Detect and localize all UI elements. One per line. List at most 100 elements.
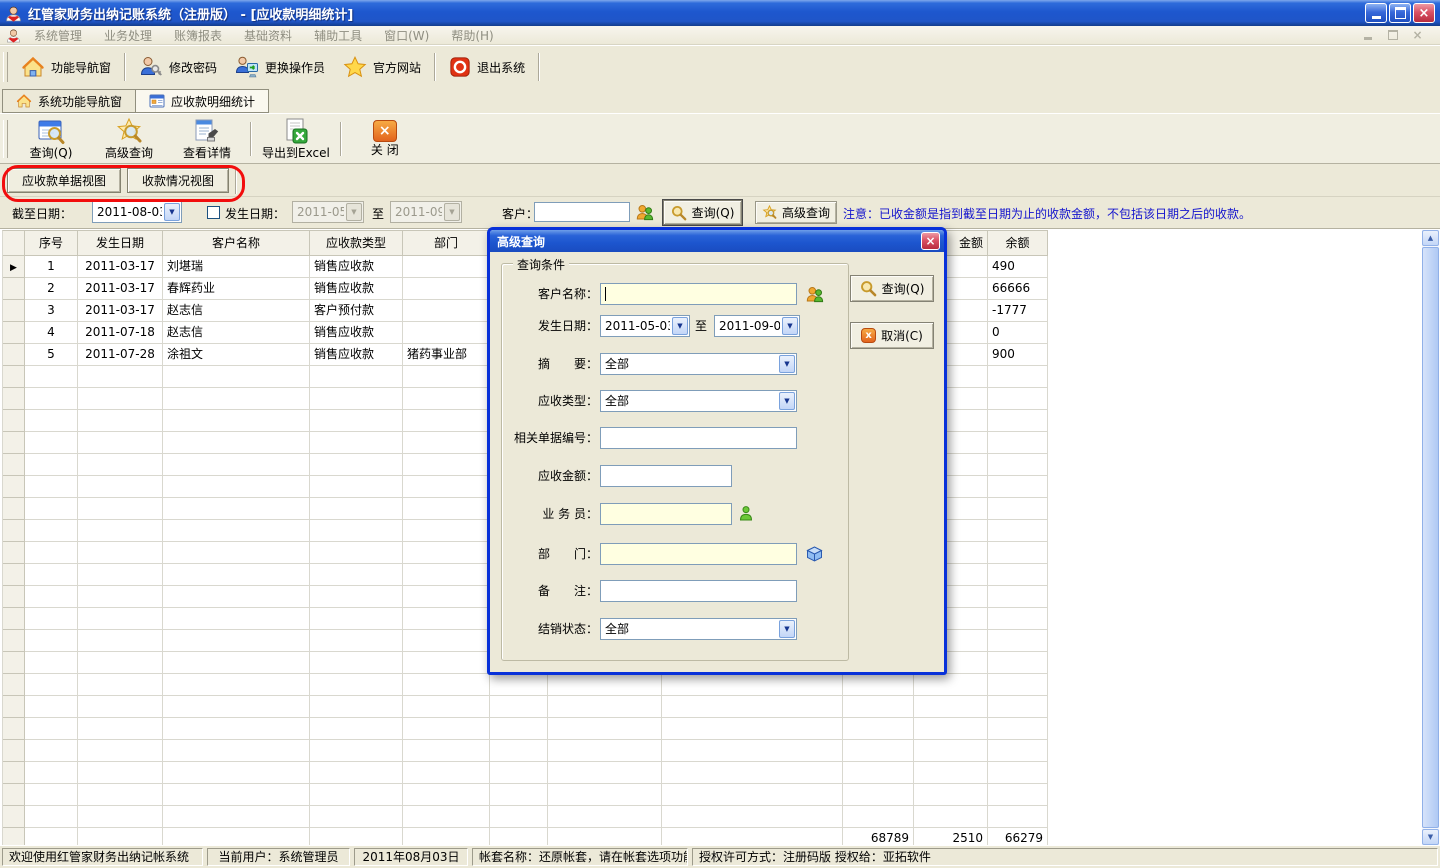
filter-advanced-button[interactable]: 高级查询 (755, 201, 837, 224)
grid-cell[interactable] (403, 322, 490, 344)
menu-item-window[interactable]: 窗口(W) (373, 27, 440, 44)
grid-cell[interactable] (403, 256, 490, 278)
view-collection-status-button[interactable]: 收款情况视图 (127, 168, 229, 193)
receivable-amount-input[interactable] (600, 465, 732, 487)
grid-cell[interactable]: 1 (25, 256, 78, 278)
grid-cell[interactable]: 赵志信 (163, 300, 310, 322)
department-input[interactable] (600, 543, 797, 565)
close-button[interactable]: × (1413, 3, 1435, 23)
dialog-cancel-button[interactable]: x 取消(C) (850, 322, 934, 349)
grid-cell[interactable]: 2011-03-17 (78, 278, 163, 300)
scroll-up-button[interactable]: ▲ (1422, 230, 1439, 246)
grid-cell[interactable] (403, 278, 490, 300)
nav-window-button[interactable]: 功能导航窗 (12, 51, 120, 83)
column-header[interactable]: 应收款类型 (310, 231, 403, 256)
grid-cell[interactable]: 490 (988, 256, 1048, 278)
menu-item-help[interactable]: 帮助(H) (440, 27, 504, 44)
close-view-button[interactable]: × 关 闭 (346, 119, 424, 158)
date-to-combo[interactable]: 2011-09-03 ▼ (714, 315, 800, 337)
scrollbar-thumb[interactable] (1422, 247, 1439, 828)
grid-cell[interactable]: 刘堪瑞 (163, 256, 310, 278)
grid-cell[interactable]: 销售应收款 (310, 278, 403, 300)
grid-cell[interactable]: 900 (988, 344, 1048, 366)
grid-cell[interactable]: 赵志信 (163, 322, 310, 344)
menu-item-system[interactable]: 系统管理 (23, 27, 93, 44)
grid-cell[interactable]: 3 (25, 300, 78, 322)
menu-item-reports[interactable]: 账簿报表 (163, 27, 233, 44)
grid-cell[interactable]: 销售应收款 (310, 344, 403, 366)
department-picker-book-icon[interactable] (805, 545, 824, 563)
grid-cell[interactable]: 涂祖文 (163, 344, 310, 366)
grid-cell[interactable]: 2011-03-17 (78, 300, 163, 322)
dialog-title-bar[interactable]: 高级查询 × (490, 230, 944, 252)
mdi-restore-button[interactable] (1384, 28, 1401, 42)
grid-cell[interactable]: 4 (25, 322, 78, 344)
date-from-combo[interactable]: 2011-05-03 ▼ (600, 315, 690, 337)
chevron-down-icon[interactable]: ▼ (779, 355, 795, 373)
column-header[interactable] (3, 231, 25, 256)
chevron-down-icon[interactable]: ▼ (782, 317, 798, 335)
official-website-button[interactable]: 官方网站 (334, 51, 430, 83)
cutoff-date-combo[interactable]: 2011-08-03 ▼ (92, 201, 182, 223)
chevron-down-icon[interactable]: ▼ (779, 620, 795, 638)
grid-cell[interactable]: 2011-07-28 (78, 344, 163, 366)
row-selector[interactable] (3, 344, 25, 366)
customer-picker-people-icon[interactable] (806, 285, 824, 303)
doc-number-input[interactable] (600, 427, 797, 449)
advanced-query-button[interactable]: 高级查询 (90, 116, 168, 161)
mdi-minimize-button[interactable] (1359, 28, 1376, 42)
switch-operator-button[interactable]: 更换操作员 (226, 51, 334, 83)
chevron-down-icon[interactable]: ▼ (672, 317, 688, 335)
salesman-picker-person-icon[interactable] (738, 505, 754, 521)
grid-cell[interactable]: 2011-07-18 (78, 322, 163, 344)
grid-cell[interactable]: 客户预付款 (310, 300, 403, 322)
row-selector[interactable] (3, 322, 25, 344)
tab-receivables-detail[interactable]: 应收款明细统计 (136, 89, 269, 113)
query-button[interactable]: 查询(Q) (12, 116, 90, 161)
scroll-down-button[interactable]: ▼ (1422, 829, 1439, 845)
row-selector[interactable] (3, 300, 25, 322)
grid-cell[interactable]: 66666 (988, 278, 1048, 300)
settle-status-select[interactable]: 全部 ▼ (600, 618, 797, 640)
row-selector[interactable] (3, 278, 25, 300)
grid-cell[interactable]: 销售应收款 (310, 322, 403, 344)
menu-item-tools[interactable]: 辅助工具 (303, 27, 373, 44)
chevron-down-icon[interactable]: ▼ (164, 203, 180, 221)
grid-cell[interactable]: 2011-03-17 (78, 256, 163, 278)
customer-name-input[interactable] (600, 283, 797, 305)
chevron-down-icon[interactable]: ▼ (779, 392, 795, 410)
salesman-input[interactable] (600, 503, 732, 525)
customer-picker-people-icon[interactable] (636, 203, 654, 221)
row-selector[interactable]: ▶ (3, 256, 25, 278)
export-excel-button[interactable]: 导出到Excel (256, 116, 336, 161)
grid-cell[interactable] (403, 300, 490, 322)
mdi-close-button[interactable]: × (1409, 28, 1426, 42)
remark-input[interactable] (600, 580, 797, 602)
view-receivable-docs-button[interactable]: 应收款单据视图 (7, 168, 121, 193)
dialog-close-button[interactable]: × (921, 232, 940, 250)
column-header[interactable]: 客户名称 (163, 231, 310, 256)
grid-cell[interactable]: 0 (988, 322, 1048, 344)
grid-cell[interactable]: 2 (25, 278, 78, 300)
grid-cell[interactable]: 猪药事业部 (403, 344, 490, 366)
menu-item-business[interactable]: 业务处理 (93, 27, 163, 44)
customer-input[interactable] (534, 202, 630, 222)
column-header[interactable]: 发生日期 (78, 231, 163, 256)
column-header[interactable]: 余额 (988, 231, 1048, 256)
restore-button[interactable] (1389, 3, 1411, 23)
change-password-button[interactable]: 修改密码 (130, 51, 226, 83)
date-range-checkbox[interactable] (207, 206, 220, 219)
tab-system-nav[interactable]: 系统功能导航窗 (2, 89, 136, 113)
grid-cell[interactable]: 春辉药业 (163, 278, 310, 300)
exit-system-button[interactable]: 退出系统 (440, 52, 534, 82)
grid-cell[interactable]: 5 (25, 344, 78, 366)
vertical-scrollbar[interactable]: ▲ ▼ (1422, 230, 1439, 845)
view-detail-button[interactable]: 查看详情 (168, 116, 246, 161)
column-header[interactable]: 部门 (403, 231, 490, 256)
minimize-button[interactable] (1365, 3, 1387, 23)
receivable-type-select[interactable]: 全部 ▼ (600, 390, 797, 412)
grid-cell[interactable]: -1777 (988, 300, 1048, 322)
dialog-query-button[interactable]: 查询(Q) (850, 275, 934, 302)
filter-query-button[interactable]: 查询(Q) (663, 200, 742, 225)
menu-item-basedata[interactable]: 基础资料 (233, 27, 303, 44)
